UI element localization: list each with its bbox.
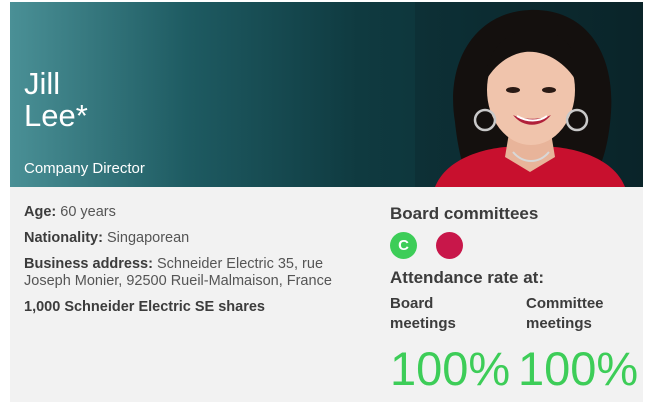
director-details: Age: 60 years Nationality: Singaporean B… bbox=[24, 204, 364, 325]
board-meetings-label: Board meetings bbox=[390, 295, 456, 332]
nationality-value: Singaporean bbox=[106, 230, 190, 246]
name-first: Jill bbox=[24, 66, 61, 101]
nationality-row: Nationality: Singaporean bbox=[24, 230, 364, 247]
committee-badge-chair: C bbox=[390, 232, 417, 259]
shares-row: 1,000 Schneider Electric SE shares bbox=[24, 299, 364, 316]
committee-attendance-rate: 100% bbox=[518, 342, 639, 395]
address-row: Business address: Schneider Electric 35,… bbox=[24, 256, 364, 290]
director-portrait bbox=[415, 2, 643, 187]
director-role: Company Director bbox=[24, 160, 145, 177]
shares-text: 1,000 Schneider Electric SE shares bbox=[24, 299, 265, 315]
committee-meetings-label: Committee meetings bbox=[526, 295, 604, 332]
address-label: Business address: bbox=[24, 256, 153, 272]
committee-badge-member bbox=[436, 232, 463, 259]
nationality-label: Nationality: bbox=[24, 230, 103, 246]
age-label: Age: bbox=[24, 204, 57, 220]
attendance-heading: Attendance rate at: bbox=[390, 268, 544, 287]
age-row: Age: 60 years bbox=[24, 204, 364, 221]
director-profile-card: Jill Lee* Company Director Age: 60 years… bbox=[10, 2, 643, 402]
committee-attendance: Board committees C Attendance rate at: B… bbox=[390, 204, 645, 394]
committee-badges: C bbox=[390, 232, 645, 260]
name-last: Lee* bbox=[24, 98, 88, 133]
director-name: Jill Lee* bbox=[24, 68, 204, 132]
attendance-columns: Board meetings Committee meetings bbox=[390, 294, 645, 344]
age-value: 60 years bbox=[60, 204, 116, 220]
profile-header: Jill Lee* Company Director bbox=[10, 2, 643, 187]
board-attendance-rate: 100% bbox=[390, 342, 511, 395]
committees-heading: Board committees bbox=[390, 204, 539, 223]
